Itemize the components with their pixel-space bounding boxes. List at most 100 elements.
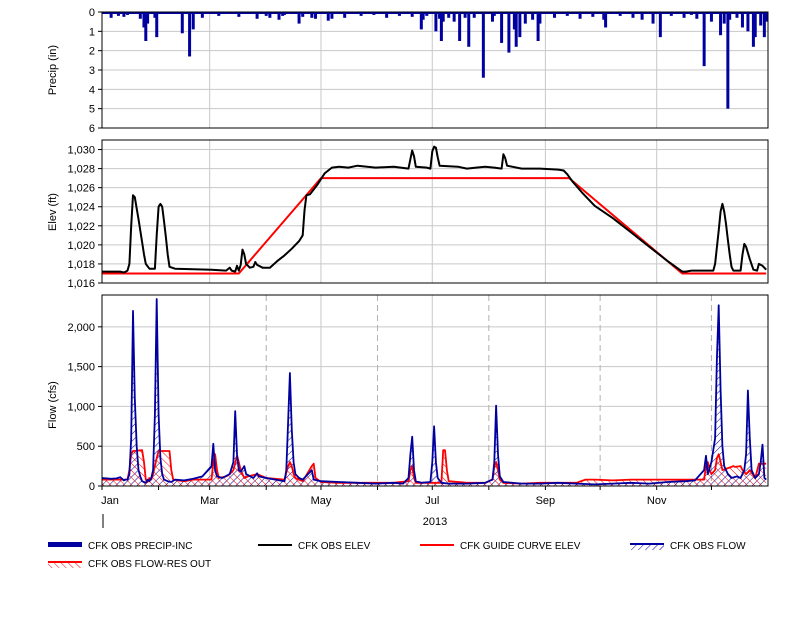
x-axis-year-label: 2013 bbox=[423, 516, 447, 528]
precip-bar bbox=[709, 12, 713, 22]
precip-bar bbox=[578, 12, 582, 19]
precip-tick-label: 2 bbox=[89, 46, 95, 58]
precip-bar bbox=[591, 12, 595, 17]
legend-label: CFK OBS FLOW-RES OUT bbox=[88, 559, 211, 570]
precip-bar bbox=[507, 12, 511, 53]
x-tick-label: Sep bbox=[536, 495, 556, 507]
precip-bar bbox=[523, 12, 527, 24]
precip-bar bbox=[735, 12, 739, 18]
precip-bar bbox=[728, 12, 732, 20]
precip-y-ticks: 0 1 2 3 4 5 6 bbox=[89, 7, 102, 135]
precip-bar bbox=[217, 12, 221, 16]
legend: CFK OBS PRECIP-INC CFK OBS ELEV CFK GUIDE … bbox=[48, 541, 746, 570]
precip-bar bbox=[410, 12, 414, 17]
precip-bar bbox=[297, 12, 301, 24]
elevation-y-axis-label: Elev (ft) bbox=[47, 193, 59, 231]
precip-bar bbox=[330, 12, 334, 19]
elevation-tick-label: 1,024 bbox=[67, 202, 95, 214]
precip-bar bbox=[531, 12, 535, 20]
precip-bar bbox=[277, 12, 281, 20]
precip-bar bbox=[237, 12, 241, 17]
precip-tick-label: 4 bbox=[89, 84, 95, 96]
precip-y-axis-label: Precip (in) bbox=[47, 45, 59, 95]
precip-bar bbox=[640, 12, 644, 20]
flow-y-ticks: 0 500 1,000 1,500 2,000 bbox=[67, 322, 102, 493]
elevation-tick-label: 1,030 bbox=[67, 145, 95, 157]
precip-bar bbox=[740, 12, 744, 28]
x-axis: Jan Mar May Jul Sep Nov bbox=[101, 486, 712, 507]
precip-bar bbox=[565, 12, 569, 16]
precip-bar bbox=[492, 12, 496, 16]
elevation-tick-label: 1,016 bbox=[67, 278, 95, 290]
precip-bar bbox=[116, 12, 120, 16]
precip-bar bbox=[138, 12, 142, 19]
legend-item: CFK GUIDE CURVE ELEV bbox=[420, 541, 581, 552]
precip-bar bbox=[719, 12, 723, 36]
precip-bar bbox=[155, 12, 159, 38]
precip-tick-label: 5 bbox=[89, 104, 95, 116]
elevation-tick-label: 1,022 bbox=[67, 221, 95, 233]
flow-tick-label: 1,500 bbox=[67, 362, 95, 374]
precip-tick-label: 0 bbox=[89, 7, 95, 19]
precip-bar bbox=[397, 12, 401, 16]
precip-bar bbox=[109, 12, 113, 18]
precip-bar bbox=[264, 12, 268, 16]
legend-item: CFK OBS FLOW-RES OUT bbox=[48, 559, 211, 570]
precip-bar bbox=[518, 12, 522, 38]
precip-bar bbox=[326, 12, 330, 21]
x-tick-label: Mar bbox=[200, 495, 219, 507]
flow-tick-label: 2,000 bbox=[67, 322, 95, 334]
hydrograph-chart: 0 1 2 3 4 5 6 Precip (in) 1,016 1,018 1,020 1,022… bbox=[47, 7, 769, 570]
precip-bar bbox=[759, 12, 763, 26]
precip-bar bbox=[702, 12, 706, 67]
precip-bar bbox=[425, 12, 429, 16]
precip-bar bbox=[200, 12, 204, 18]
precip-bar bbox=[481, 12, 485, 78]
elevation-y-ticks: 1,016 1,018 1,020 1,022 1,024 1,026 1,028 1,030 bbox=[67, 145, 102, 290]
precip-bar bbox=[343, 12, 347, 18]
precip-bar bbox=[553, 12, 557, 18]
precip-bar bbox=[441, 12, 445, 22]
elevation-tick-label: 1,028 bbox=[67, 164, 95, 176]
precip-bar bbox=[746, 12, 750, 32]
precip-panel: 0 1 2 3 4 5 6 Precip (in) bbox=[47, 7, 769, 135]
precip-bar bbox=[726, 12, 730, 109]
precip-bar bbox=[188, 12, 192, 57]
flow-tick-label: 1,000 bbox=[67, 401, 95, 413]
precip-bar bbox=[669, 12, 673, 16]
precip-bar bbox=[434, 12, 438, 32]
precip-bar bbox=[764, 12, 768, 22]
precip-bar bbox=[472, 12, 476, 18]
x-tick-label: Jan bbox=[101, 495, 119, 507]
precip-tick-label: 3 bbox=[89, 65, 95, 77]
precip-bar bbox=[180, 12, 184, 34]
precip-bar bbox=[463, 12, 467, 18]
flow-y-axis-label: Flow (cfs) bbox=[47, 381, 59, 429]
x-tick-label: Jul bbox=[425, 495, 439, 507]
flow-tick-label: 500 bbox=[77, 441, 95, 453]
precip-bar bbox=[500, 12, 504, 43]
precip-bar bbox=[359, 12, 363, 16]
legend-item: CFK OBS ELEV bbox=[258, 541, 371, 552]
elevation-tick-label: 1,018 bbox=[67, 259, 95, 271]
elevation-panel: 1,016 1,018 1,020 1,022 1,024 1,026 1,028 1,030… bbox=[47, 139, 769, 290]
flow-tick-label: 0 bbox=[89, 481, 95, 493]
precip-bar bbox=[385, 12, 389, 18]
precip-bar bbox=[268, 12, 272, 18]
precip-bar bbox=[695, 12, 699, 19]
precip-tick-label: 1 bbox=[89, 26, 95, 38]
legend-label: CFK GUIDE CURVE ELEV bbox=[460, 541, 581, 552]
x-tick-label: May bbox=[311, 495, 332, 507]
precip-bar bbox=[301, 12, 305, 17]
precip-bar bbox=[604, 12, 608, 28]
precip-bar bbox=[421, 12, 425, 20]
precip-tick-label: 6 bbox=[89, 123, 95, 135]
precip-bar bbox=[255, 12, 259, 19]
elevation-tick-label: 1,020 bbox=[67, 240, 95, 252]
precip-bar bbox=[313, 12, 317, 19]
precip-bar bbox=[538, 12, 542, 24]
precip-bar bbox=[658, 12, 662, 38]
precip-bar bbox=[310, 12, 314, 18]
precip-bar bbox=[146, 12, 150, 24]
precip-bar bbox=[753, 12, 757, 38]
